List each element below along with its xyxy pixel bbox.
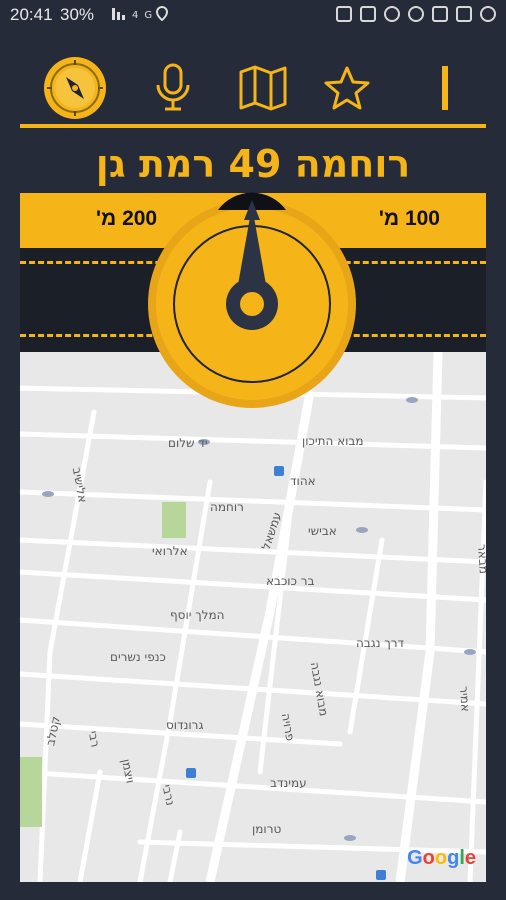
whatsapp-icon — [408, 6, 424, 22]
record-icon — [384, 6, 400, 22]
street-label: המלך יוסף — [170, 608, 225, 622]
status-left-icons: 4G — [112, 5, 182, 26]
street-label: בר כוכבא — [266, 574, 315, 588]
street-label: אמיר — [456, 685, 473, 713]
street-label: מבוא התיכון — [302, 434, 364, 448]
toolbar-underline — [20, 124, 486, 128]
street-label: אלרואי — [152, 544, 188, 558]
voice-search-button[interactable] — [140, 55, 206, 121]
street-label: רבי — [85, 729, 103, 749]
map-roads — [20, 352, 486, 882]
svg-text:4G: 4G — [132, 10, 158, 21]
status-right-icons — [336, 6, 496, 22]
voicemail-icon — [360, 6, 376, 22]
street-label: טרומן — [252, 822, 282, 836]
map-icon — [239, 65, 287, 111]
favorites-button[interactable] — [314, 55, 380, 121]
direction-compass — [148, 186, 356, 410]
signal-icon: 4G — [112, 5, 169, 22]
status-time: 20:41 — [10, 5, 53, 24]
star-icon — [324, 66, 370, 110]
direction-arrow-icon — [148, 192, 356, 408]
street-label: דרך נגבה — [356, 636, 405, 650]
compass-button[interactable] — [42, 55, 108, 121]
google-attribution: Google — [407, 847, 476, 869]
street-label: יד שלום — [168, 436, 208, 450]
street-label: עמינדב — [270, 776, 307, 790]
street-label: רוחמה — [210, 500, 244, 514]
status-bar: 20:41 30% 4G — [0, 0, 506, 30]
toolbar — [20, 55, 486, 121]
street-label: גרונדוס — [166, 718, 204, 732]
street-label: מבאר — [474, 543, 486, 575]
microphone-icon — [156, 63, 190, 111]
image-icon — [456, 6, 472, 22]
distance-right-label: 100 מ' — [378, 207, 440, 230]
compass-app-icon — [480, 6, 496, 22]
map-view[interactable]: יד שלום מבוא התיכון אהוד רוחמה אלישיב עמ… — [20, 352, 486, 882]
map-button[interactable] — [230, 55, 296, 121]
street-label: כנפי נשרים — [110, 650, 166, 664]
notification-icon — [336, 6, 352, 22]
menu-button[interactable] — [412, 55, 478, 121]
menu-bar-icon — [442, 66, 448, 110]
battery-percentage: 30% — [60, 5, 95, 24]
street-label: אבישי — [308, 524, 337, 538]
street-label: אהוד — [290, 474, 316, 488]
compass-icon — [44, 57, 106, 119]
gmail-icon — [432, 6, 448, 22]
destination-address: רוחמה 49 רמת גן — [95, 142, 411, 186]
